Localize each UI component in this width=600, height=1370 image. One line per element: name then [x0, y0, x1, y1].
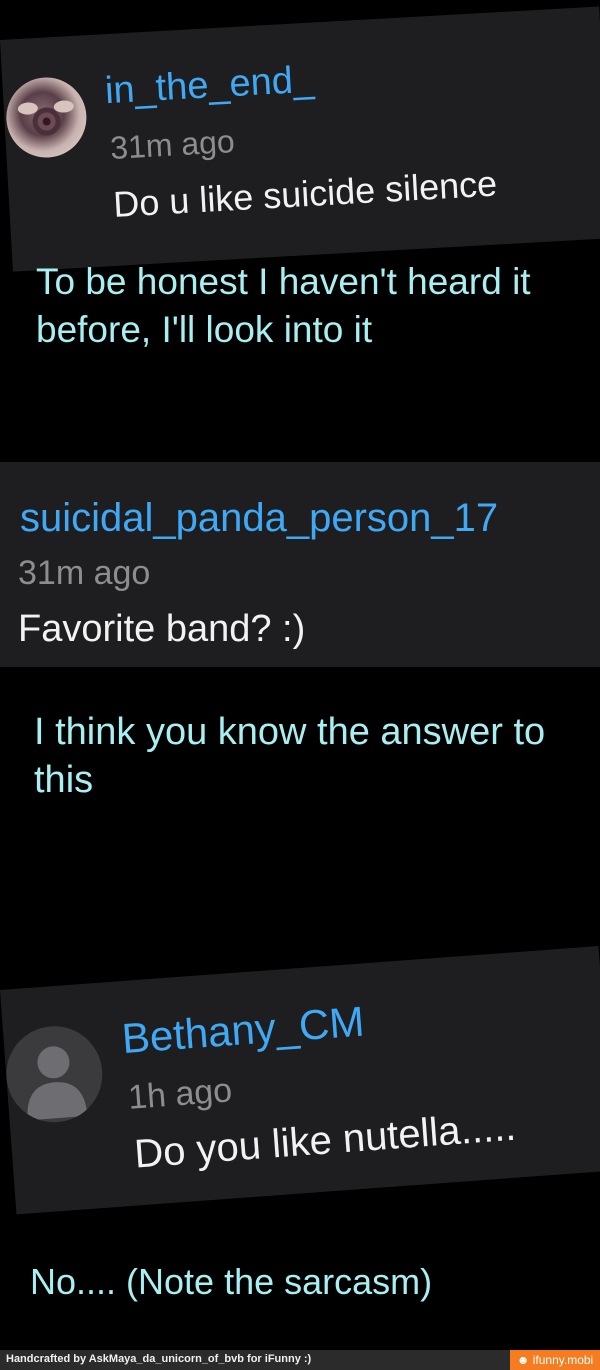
- reply-text: No.... (Note the sarcasm): [30, 1261, 433, 1302]
- avatar[interactable]: [4, 75, 89, 160]
- avatar[interactable]: [2, 1022, 106, 1126]
- comment-username[interactable]: Bethany_CM: [120, 997, 366, 1063]
- comment-text: Favorite band? :): [18, 608, 306, 650]
- ifunny-watermark[interactable]: ☻ ifunny.mobi: [510, 1350, 600, 1370]
- comment-text: Do you like nutella.....: [132, 1104, 518, 1177]
- comment-timestamp: 31m ago: [18, 554, 151, 592]
- rose-icon: [17, 100, 74, 136]
- comment-card: suicidal_panda_person_17 31m ago Favorit…: [0, 462, 600, 667]
- footer-credit: Handcrafted by AskMaya_da_unicorn_of_bvb…: [6, 1353, 312, 1365]
- comment-username[interactable]: suicidal_panda_person_17: [20, 496, 498, 541]
- reply-text: I think you know the answer to this: [34, 711, 546, 801]
- default-user-icon: [27, 1046, 88, 1121]
- comment-card: in_the_end_ 31m ago Do u like suicide si…: [0, 6, 600, 272]
- comment-timestamp: 31m ago: [109, 123, 236, 166]
- comment-card: Bethany_CM 1h ago Do you like nutella...…: [0, 946, 600, 1215]
- comment-timestamp: 1h ago: [126, 1071, 234, 1117]
- reply-text: To be honest I haven't heard it before, …: [36, 261, 531, 350]
- comment-text: Do u like suicide silence: [112, 162, 499, 225]
- comment-username[interactable]: in_the_end_: [104, 59, 315, 114]
- footer-bar: Handcrafted by AskMaya_da_unicorn_of_bvb…: [0, 1350, 600, 1370]
